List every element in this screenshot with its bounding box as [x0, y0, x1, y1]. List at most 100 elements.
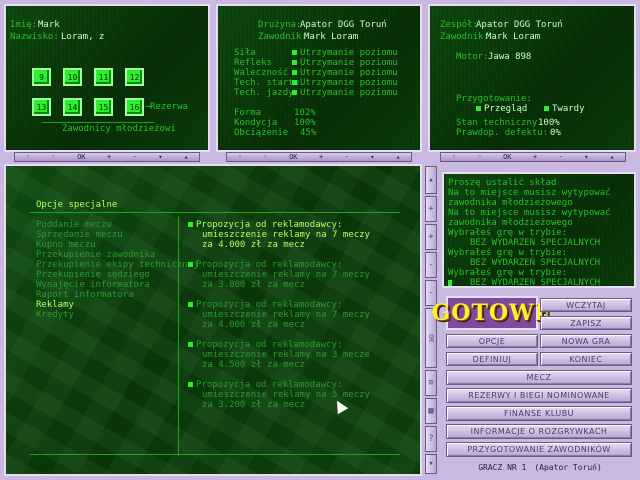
minus-button[interactable]: -	[557, 153, 565, 161]
message-line: Wybrałeś grę w trybie:	[448, 248, 568, 258]
chevron-up-icon[interactable]: ▴	[182, 153, 190, 161]
przygotowanie-button[interactable]: PRZYGOTOWANIE ZAWODNIKÓW	[446, 442, 632, 457]
options-panel: Opcje specjalne Poddanie meczu Sprzedani…	[4, 164, 422, 476]
side-minus-button[interactable]: -	[425, 252, 437, 278]
informacje-button[interactable]: INFORMACJE O ROZGRYWKACH	[446, 424, 632, 439]
team-panel-toolbar: ◦ ◦ OK + - ▾ ▴	[226, 152, 412, 162]
chevron-down-icon[interactable]: ▾	[582, 153, 590, 161]
menu-item-przekupienie-zawodnika[interactable]: Przekupienie zawodnika	[36, 250, 199, 260]
scroll-down-button[interactable]: ▾	[425, 454, 437, 474]
bullet-icon	[544, 106, 549, 111]
offer-item[interactable]: Propozycja od reklamodawcy: umieszczenie…	[188, 260, 370, 290]
wczytaj-button[interactable]: WCZYTAJ	[540, 298, 632, 312]
message-line: Na to miejsce musisz wytypować	[448, 188, 611, 198]
panel-icon[interactable]: ◦	[450, 153, 458, 161]
mecz-button[interactable]: MECZ	[446, 370, 632, 385]
scroll-up-button[interactable]: ▴	[425, 166, 437, 194]
stat-value[interactable]: Utrzymanie poziomu	[292, 48, 398, 58]
list-icon: ≡	[428, 378, 434, 388]
przeglad-option[interactable]: Przegląd	[476, 104, 527, 114]
stat-value[interactable]: Utrzymanie poziomu	[292, 68, 398, 78]
zespol-label: Zespół:	[440, 20, 478, 30]
defekt-label: Prawdop. defektu:	[456, 128, 549, 138]
offer-line: za 4.000 zł za mecz	[202, 320, 305, 330]
menu-item-przekupienie-sedziego[interactable]: Przekupienie sędziego	[36, 270, 199, 280]
offer-item[interactable]: Propozycja od reklamodawcy: umieszczenie…	[188, 340, 370, 370]
stat-value[interactable]: Utrzymanie poziomu	[292, 78, 398, 88]
bullet-icon	[188, 302, 193, 307]
slot-13[interactable]: 13	[32, 98, 51, 116]
finanse-button[interactable]: FINANSE KLUBU	[446, 406, 632, 421]
bullet-icon	[292, 70, 297, 75]
menu-item-kupno-meczu[interactable]: Kupno meczu	[36, 240, 199, 250]
menu-item-reklamy[interactable]: Reklamy	[36, 300, 199, 310]
offer-item[interactable]: Propozycja od reklamodawcy: umieszczenie…	[188, 300, 370, 330]
stat-row: Refleks Utrzymanie poziomu	[234, 58, 414, 68]
bullet-icon	[188, 262, 193, 267]
player-team: (Apator Toruń)	[534, 462, 602, 472]
menu-item-przekupienie-ekipy[interactable]: Przekupienie ekipy technicznej	[36, 260, 199, 270]
slot-10[interactable]: 10	[63, 68, 82, 86]
menu-item-wynajecie-informatora[interactable]: Wynajęcie informatora	[36, 280, 199, 290]
stat-row: Waleczność Utrzymanie poziomu	[234, 68, 414, 78]
panel-icon[interactable]: ◦	[261, 153, 269, 161]
ok-button[interactable]: OK	[501, 153, 513, 161]
plus-button[interactable]: +	[105, 153, 113, 161]
stat-value[interactable]: Utrzymanie poziomu	[292, 58, 398, 68]
zapisz-button[interactable]: ZAPISZ	[540, 316, 632, 330]
panel-icon[interactable]: ◦	[49, 153, 57, 161]
menu-item-poddanie-meczu[interactable]: Poddanie meczu	[36, 220, 199, 230]
slot-9[interactable]: 9	[32, 68, 51, 86]
panel-icon[interactable]: ◦	[475, 153, 483, 161]
bullet-icon	[476, 106, 481, 111]
plus-button[interactable]: +	[531, 153, 539, 161]
definiuj-button[interactable]: DEFINIUJ	[446, 352, 538, 366]
side-plus-button[interactable]: +	[425, 196, 437, 222]
opcje-button[interactable]: OPCJE	[446, 334, 538, 348]
gotowe-button[interactable]: GOTOWE	[432, 296, 551, 330]
rezerwa-label: Rezerwa	[150, 102, 188, 112]
offer-line: za 3.800 zł za mecz	[202, 280, 305, 290]
chevron-down-icon[interactable]: ▾	[156, 153, 164, 161]
minus-button[interactable]: -	[131, 153, 139, 161]
slot-15[interactable]: 15	[94, 98, 113, 116]
mlodziez-label: Zawodnicy młodzieżowi	[62, 124, 176, 134]
stan-label: Stan techniczny	[456, 118, 538, 128]
offer-item[interactable]: Propozycja od reklamodawcy: umieszczenie…	[188, 220, 370, 250]
koniec-button[interactable]: KONIEC	[540, 352, 632, 366]
panel-icon[interactable]: ◦	[236, 153, 244, 161]
zawodnik-label: Zawodnik:	[258, 32, 307, 42]
motor-panel-toolbar: ◦ ◦ OK + - ▾ ▴	[440, 152, 626, 162]
stat-value-text: Utrzymanie poziomu	[300, 68, 398, 78]
chevron-up-icon[interactable]: ▴	[394, 153, 402, 161]
slot-12[interactable]: 12	[125, 68, 144, 86]
kondycja-label: Kondycja	[234, 118, 278, 128]
twardy-option[interactable]: Twardy	[544, 104, 585, 114]
moto-zawodnik-label: Zawodnik:	[440, 32, 489, 42]
minus-glyph: -	[428, 260, 434, 270]
side-low-button[interactable]: ▦	[425, 398, 437, 424]
nazwisko-value: Loram, z	[61, 32, 105, 42]
message-line: BEZ WYDARZEŃ SPECJALNYCH	[470, 238, 601, 248]
slot-11[interactable]: 11	[94, 68, 113, 86]
menu-item-kredyty[interactable]: Kredyty	[36, 310, 199, 320]
imie-value: Mark	[38, 20, 60, 30]
menu-item-raport-informatora[interactable]: Raport informatora	[36, 290, 199, 300]
chevron-down-icon[interactable]: ▾	[368, 153, 376, 161]
ok-button[interactable]: OK	[75, 153, 87, 161]
panel-icon[interactable]: ◦	[24, 153, 32, 161]
stat-value[interactable]: Utrzymanie poziomu	[292, 88, 398, 98]
side-mid-button[interactable]: ≡	[425, 370, 437, 396]
nowa-gra-button[interactable]: NOWA GRA	[540, 334, 632, 348]
rezerwy-button[interactable]: REZERWY I BIEGI NOMINOWANE	[446, 388, 632, 403]
menu-item-sprzedanie-meczu[interactable]: Sprzedanie meczu	[36, 230, 199, 240]
help-button[interactable]: ?	[425, 426, 437, 452]
slot-16[interactable]: 16	[125, 98, 144, 116]
chevron-up-icon[interactable]: ▴	[608, 153, 616, 161]
minus-button[interactable]: -	[343, 153, 351, 161]
stat-value-text: Utrzymanie poziomu	[300, 88, 398, 98]
plus-button[interactable]: +	[317, 153, 325, 161]
slot-14[interactable]: 14	[63, 98, 82, 116]
ok-button[interactable]: OK	[287, 153, 299, 161]
side-plus-button-2[interactable]: +	[425, 224, 437, 250]
